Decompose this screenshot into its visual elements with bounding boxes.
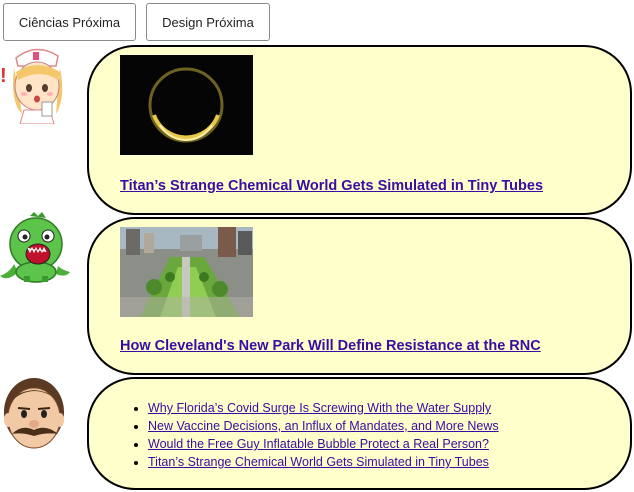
list-item: Would the Free Guy Inflatable Bubble Pro…	[148, 435, 499, 453]
design-next-button[interactable]: Design Próxima	[146, 3, 270, 41]
story-link-free-guy[interactable]: Would the Free Guy Inflatable Bubble Pro…	[148, 437, 489, 451]
post-bubble-1: Titan’s Strange Chemical World Gets Simu…	[87, 45, 632, 215]
eclipse-ring-image[interactable]	[120, 55, 253, 155]
mustache-man-icon	[0, 374, 70, 454]
story-link-vaccine[interactable]: New Vaccine Decisions, an Influx of Mand…	[148, 419, 499, 433]
city-park-aerial-image[interactable]	[120, 227, 253, 317]
story-link-florida[interactable]: Why Florida’s Covid Surge Is Screwing Wi…	[148, 401, 491, 415]
story-link-titan[interactable]: Titan’s Strange Chemical World Gets Simu…	[120, 178, 543, 194]
post-bubble-2: How Cleveland's New Park Will Define Res…	[87, 217, 632, 375]
page: Ciências Próxima Design Próxima ! Titan’…	[0, 0, 634, 492]
nurse-girl-icon: !	[0, 44, 72, 125]
list-item: Titan’s Strange Chemical World Gets Simu…	[148, 453, 499, 471]
ciencias-next-button[interactable]: Ciências Próxima	[3, 3, 136, 41]
list-item: Why Florida’s Covid Surge Is Screwing Wi…	[148, 399, 499, 417]
list-item: New Vaccine Decisions, an Influx of Mand…	[148, 417, 499, 435]
green-dinosaur-icon	[0, 212, 72, 292]
story-link-titan-2[interactable]: Titan’s Strange Chemical World Gets Simu…	[148, 455, 489, 469]
story-link-list: Why Florida’s Covid Surge Is Screwing Wi…	[119, 399, 499, 471]
story-link-cleveland[interactable]: How Cleveland's New Park Will Define Res…	[120, 338, 541, 354]
post-bubble-3: Why Florida’s Covid Surge Is Screwing Wi…	[87, 377, 632, 490]
svg-text:!: !	[0, 65, 7, 87]
